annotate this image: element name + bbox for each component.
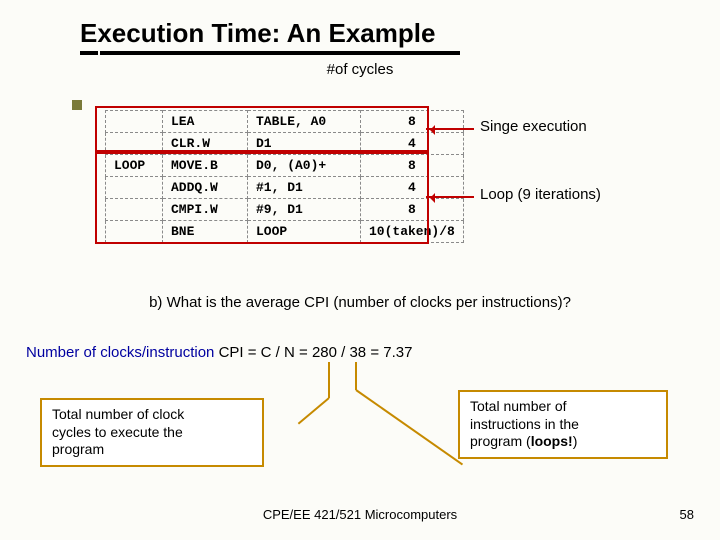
arrow-single-icon (426, 128, 474, 130)
col-mnemonic: BNE (163, 221, 248, 243)
col-mnemonic: CLR.W (163, 133, 248, 155)
bullet-icon (72, 100, 82, 110)
title-underline (80, 51, 460, 55)
annot-loop: Loop (9 iterations) (480, 186, 601, 203)
arrow-loop-icon (426, 196, 474, 198)
callout-line: Total number of clock (52, 406, 184, 422)
col-label (106, 199, 163, 221)
callout-line-bold: loops! (531, 433, 573, 449)
table-row: ADDQ.W #1, D1 4 (106, 177, 464, 199)
table-row: CMPI.W #9, D1 8 (106, 199, 464, 221)
col-operands: TABLE, A0 (248, 111, 361, 133)
callout-line: program ( (470, 433, 531, 449)
col-mnemonic: LEA (163, 111, 248, 133)
col-label (106, 133, 163, 155)
connector-diag-left-icon (298, 397, 330, 424)
callout-line: Total number of (470, 398, 567, 414)
cycles-header: #of cycles (0, 61, 720, 78)
callout-total-instructions: Total number of instructions in the prog… (458, 390, 668, 459)
col-mnemonic: MOVE.B (163, 155, 248, 177)
callout-line: program (52, 441, 104, 457)
page-number: 58 (680, 507, 694, 522)
callout-line: cycles to execute the (52, 424, 183, 440)
col-label (106, 221, 163, 243)
col-cycles: 8 (361, 155, 464, 177)
question-b: b) What is the average CPI (number of cl… (40, 294, 680, 311)
col-mnemonic: ADDQ.W (163, 177, 248, 199)
callout-line: instructions in the (470, 416, 579, 432)
col-cycles: 4 (361, 133, 464, 155)
footer-course: CPE/EE 421/521 Microcomputers (0, 507, 720, 522)
callout-line: ) (573, 433, 578, 449)
connector-diag-right-icon (355, 389, 463, 465)
col-operands: #1, D1 (248, 177, 361, 199)
instruction-table: LEA TABLE, A0 8 CLR.W D1 4 LOOP MOVE.B D… (105, 110, 464, 243)
table-row: LEA TABLE, A0 8 (106, 111, 464, 133)
col-operands: D1 (248, 133, 361, 155)
col-operands: D0, (A0)+ (248, 155, 361, 177)
col-label (106, 111, 163, 133)
col-label: LOOP (106, 155, 163, 177)
col-operands: #9, D1 (248, 199, 361, 221)
table-row: CLR.W D1 4 (106, 133, 464, 155)
col-mnemonic: CMPI.W (163, 199, 248, 221)
cpi-line: Number of clocks/instruction CPI = C / N… (26, 344, 412, 361)
table-row: LOOP MOVE.B D0, (A0)+ 8 (106, 155, 464, 177)
cpi-prefix: Number of clocks/instruction (26, 344, 219, 361)
connector-left-icon (328, 362, 330, 398)
col-label (106, 177, 163, 199)
slide-title: Execution Time: An Example (0, 0, 720, 51)
col-cycles: 10(taken)/8 (361, 221, 464, 243)
callout-total-clocks: Total number of clock cycles to execute … (40, 398, 264, 467)
annot-single: Singe execution (480, 118, 587, 135)
connector-right-icon (355, 362, 357, 390)
cpi-formula: CPI = C / N = 280 / 38 = 7.37 (219, 344, 413, 361)
table-row: BNE LOOP 10(taken)/8 (106, 221, 464, 243)
col-cycles: 8 (361, 199, 464, 221)
col-operands: LOOP (248, 221, 361, 243)
